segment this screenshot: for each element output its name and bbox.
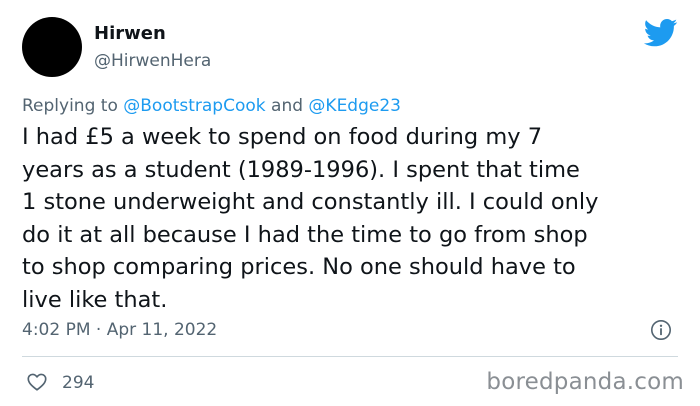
mention-bootstrapcook[interactable]: @BootstrapCook bbox=[123, 96, 265, 116]
tweet-timestamp[interactable]: 4:02 PM · Apr 11, 2022 bbox=[22, 319, 217, 341]
like-count: 294 bbox=[62, 373, 95, 393]
reply-context: Replying to @BootstrapCook and @KEdge23 bbox=[22, 95, 401, 117]
author-handle[interactable]: @HirwenHera bbox=[94, 50, 211, 72]
reply-prefix: Replying to bbox=[22, 96, 124, 116]
divider bbox=[22, 356, 678, 357]
tweet-text-line: do it at all because I had the time to g… bbox=[22, 221, 588, 248]
tweet-text-line: 1 stone underweight and constantly ill. … bbox=[22, 189, 599, 215]
author-name[interactable]: Hirwen bbox=[94, 23, 166, 45]
twitter-bird-icon[interactable] bbox=[644, 19, 678, 47]
avatar[interactable] bbox=[22, 17, 82, 77]
tweet-text-line: live like that. bbox=[22, 286, 168, 313]
heart-icon[interactable] bbox=[26, 371, 48, 393]
info-icon[interactable] bbox=[650, 319, 672, 341]
reply-connector: and bbox=[265, 96, 309, 116]
tweet-text: I had £5 a week to spend on food during … bbox=[22, 121, 692, 316]
watermark: boredpanda.com bbox=[486, 369, 684, 395]
mention-kedge23[interactable]: @KEdge23 bbox=[308, 96, 401, 116]
tweet-text-line: I had £5 a week to spend on food during … bbox=[22, 124, 543, 150]
tweet-text-line: to shop comparing prices. No one should … bbox=[22, 254, 576, 280]
tweet-text-line: years as a student (1989-1996). I spent … bbox=[22, 156, 580, 183]
